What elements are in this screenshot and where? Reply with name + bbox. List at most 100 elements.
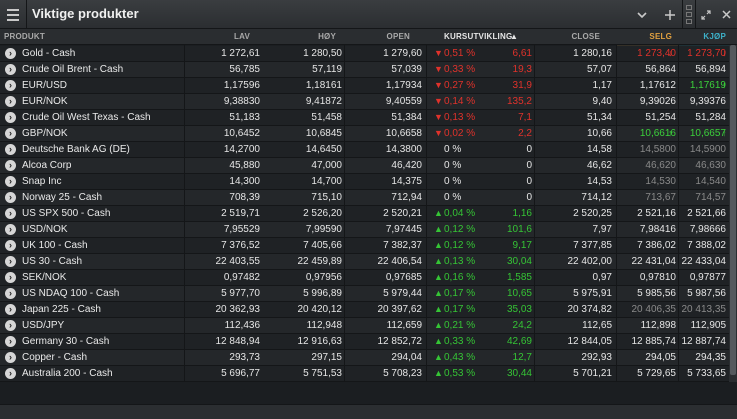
table-row[interactable]: › Australia 200 - Cash 5 696,77 5 751,53 5 7…: [0, 366, 737, 382]
table-row[interactable]: › Japan 225 - Cash 20 362,93 20 420,12 20 39…: [0, 302, 737, 318]
buy-price[interactable]: 112,905: [680, 318, 726, 333]
expand-row-icon[interactable]: ›: [5, 192, 16, 203]
buy-price[interactable]: 20 413,35: [680, 302, 727, 317]
product-name[interactable]: USD/JPY: [22, 318, 182, 333]
col-header-selg[interactable]: SELG: [620, 32, 672, 41]
expand-row-icon[interactable]: ›: [5, 304, 16, 315]
expand-row-icon[interactable]: ›: [5, 112, 16, 123]
buy-price[interactable]: 5 987,56: [680, 286, 726, 301]
table-row[interactable]: › EUR/USD 1,17596 1,18161 1,17934 ▼0,27 % 31,9…: [0, 78, 737, 94]
expand-row-icon[interactable]: ›: [5, 144, 16, 155]
product-name[interactable]: Deutsche Bank AG (DE): [22, 142, 182, 157]
col-header-kursutvikling[interactable]: KURSUTVIKLING: [444, 32, 512, 41]
col-header-open[interactable]: OPEN: [340, 32, 410, 41]
product-name[interactable]: Alcoa Corp: [22, 158, 182, 173]
expand-row-icon[interactable]: ›: [5, 352, 16, 363]
table-row[interactable]: › USD/JPY 112,436 112,948 112,659 ▲0,21 % 24,2…: [0, 318, 737, 334]
buy-price[interactable]: 51,284: [680, 110, 726, 125]
buy-price[interactable]: 12 887,74: [680, 334, 727, 349]
sell-price[interactable]: 713,67: [618, 190, 676, 205]
sell-price[interactable]: 14,530: [618, 174, 676, 189]
buy-price[interactable]: 14,5900: [680, 142, 726, 157]
buy-price[interactable]: 294,35: [680, 350, 726, 365]
table-row[interactable]: › USD/NOK 7,95529 7,99590 7,97445 ▲0,12 % 101,…: [0, 222, 737, 238]
buy-price[interactable]: 9,39376: [680, 94, 726, 109]
sell-price[interactable]: 7 386,02: [618, 238, 676, 253]
sell-price[interactable]: 5 985,56: [618, 286, 676, 301]
buy-price[interactable]: 56,894: [680, 62, 726, 77]
plus-icon[interactable]: [660, 0, 680, 29]
table-row[interactable]: › Deutsche Bank AG (DE) 14,2700 14,6450 14,3…: [0, 142, 737, 158]
product-name[interactable]: SEK/NOK: [22, 270, 182, 285]
expand-row-icon[interactable]: ›: [5, 96, 16, 107]
expand-row-icon[interactable]: ›: [5, 224, 16, 235]
table-row[interactable]: › US NDAQ 100 - Cash 5 977,70 5 996,89 5 979…: [0, 286, 737, 302]
expand-row-icon[interactable]: ›: [5, 320, 16, 331]
buy-price[interactable]: 46,630: [680, 158, 726, 173]
product-name[interactable]: Crude Oil West Texas - Cash: [22, 110, 182, 125]
expand-row-icon[interactable]: ›: [5, 256, 16, 267]
buy-price[interactable]: 10,6657: [680, 126, 726, 141]
product-name[interactable]: Gold - Cash: [22, 46, 182, 61]
table-row[interactable]: › Crude Oil West Texas - Cash 51,183 51,458…: [0, 110, 737, 126]
table-row[interactable]: › EUR/NOK 9,38830 9,41872 9,40559 ▼0,14 % 135,…: [0, 94, 737, 110]
product-name[interactable]: Germany 30 - Cash: [22, 334, 182, 349]
sell-price[interactable]: 14,5800: [618, 142, 676, 157]
expand-row-icon[interactable]: ›: [5, 272, 16, 283]
expand-row-icon[interactable]: ›: [5, 48, 16, 59]
expand-row-icon[interactable]: ›: [5, 176, 16, 187]
sell-price[interactable]: 294,05: [618, 350, 676, 365]
product-name[interactable]: Snap Inc: [22, 174, 182, 189]
panel-scroll-icon[interactable]: [684, 0, 694, 29]
col-header-produkt[interactable]: PRODUKT: [4, 32, 45, 41]
sell-price[interactable]: 22 431,04: [618, 254, 677, 269]
sell-price[interactable]: 5 729,65: [618, 366, 676, 381]
product-name[interactable]: US NDAQ 100 - Cash: [22, 286, 182, 301]
product-name[interactable]: Copper - Cash: [22, 350, 182, 365]
expand-row-icon[interactable]: ›: [5, 160, 16, 171]
table-row[interactable]: › SEK/NOK 0,97482 0,97956 0,97685 ▲0,16 % 1,58…: [0, 270, 737, 286]
expand-row-icon[interactable]: ›: [5, 288, 16, 299]
sell-price[interactable]: 12 885,74: [618, 334, 677, 349]
sell-price[interactable]: 51,254: [618, 110, 676, 125]
product-name[interactable]: UK 100 - Cash: [22, 238, 182, 253]
product-name[interactable]: US SPX 500 - Cash: [22, 206, 182, 221]
menu-icon[interactable]: [0, 0, 27, 29]
expand-row-icon[interactable]: ›: [5, 240, 16, 251]
expand-row-icon[interactable]: ›: [5, 368, 16, 379]
sell-price[interactable]: 20 406,35: [618, 302, 677, 317]
scrollbar-thumb[interactable]: [730, 45, 736, 375]
table-row[interactable]: › Alcoa Corp 45,880 47,000 46,420 0 % 0 46,62 46…: [0, 158, 737, 174]
expand-row-icon[interactable]: ›: [5, 80, 16, 91]
vertical-scrollbar[interactable]: [729, 45, 737, 382]
buy-price[interactable]: 22 433,04: [680, 254, 727, 269]
table-row[interactable]: › Snap Inc 14,300 14,700 14,375 0 % 0 14,53 14,5…: [0, 174, 737, 190]
product-name[interactable]: Crude Oil Brent - Cash: [22, 62, 182, 77]
expand-row-icon[interactable]: ›: [5, 336, 16, 347]
sell-price[interactable]: 0,97810: [618, 270, 676, 285]
col-header-close[interactable]: CLOSE: [530, 32, 600, 41]
expand-row-icon[interactable]: ›: [5, 208, 16, 219]
product-name[interactable]: US 30 - Cash: [22, 254, 182, 269]
buy-price[interactable]: 7,98666: [680, 222, 726, 237]
close-icon[interactable]: [716, 0, 736, 29]
buy-price[interactable]: 14,540: [680, 174, 726, 189]
table-row[interactable]: › Crude Oil Brent - Cash 56,785 57,119 57,03…: [0, 62, 737, 78]
table-row[interactable]: › Copper - Cash 293,73 297,15 294,04 ▲0,43 % 1…: [0, 350, 737, 366]
product-name[interactable]: Japan 225 - Cash: [22, 302, 182, 317]
table-row[interactable]: › Norway 25 - Cash 708,39 715,10 712,94 0 % 0 7…: [0, 190, 737, 206]
product-name[interactable]: EUR/NOK: [22, 94, 182, 109]
sell-price[interactable]: 7,98416: [618, 222, 676, 237]
col-header-lav[interactable]: LAV: [180, 32, 250, 41]
buy-price[interactable]: 1,17619: [680, 78, 726, 93]
expand-row-icon[interactable]: ›: [5, 64, 16, 75]
table-row[interactable]: › Germany 30 - Cash 12 848,94 12 916,63 12 8…: [0, 334, 737, 350]
sell-price[interactable]: 1,17612: [618, 78, 676, 93]
col-header-hoy[interactable]: HØY: [258, 32, 336, 41]
product-name[interactable]: GBP/NOK: [22, 126, 182, 141]
buy-price[interactable]: 2 521,66: [680, 206, 726, 221]
expand-icon[interactable]: [696, 0, 716, 29]
table-row[interactable]: › US SPX 500 - Cash 2 519,71 2 526,20 2 520,…: [0, 206, 737, 222]
product-name[interactable]: Australia 200 - Cash: [22, 366, 182, 381]
product-name[interactable]: USD/NOK: [22, 222, 182, 237]
